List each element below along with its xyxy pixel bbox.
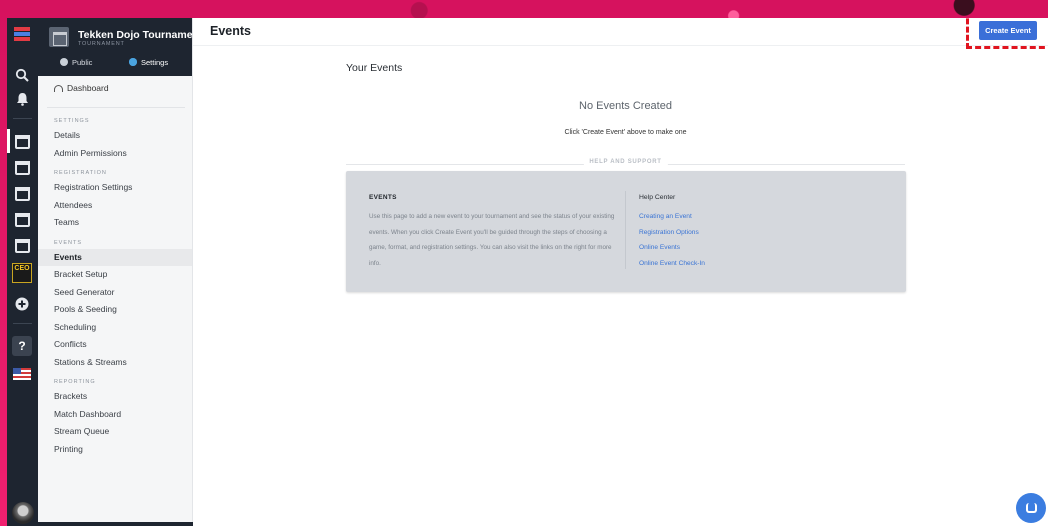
dashboard-label: Dashboard — [67, 83, 109, 93]
nav-item-details[interactable]: Details — [38, 127, 192, 145]
help-icon[interactable]: ? — [12, 336, 32, 356]
nav-item-brackets[interactable]: Brackets — [38, 388, 192, 406]
chat-icon — [1025, 503, 1037, 513]
user-avatar-icon[interactable] — [12, 502, 34, 524]
page-title: Events — [210, 24, 251, 38]
nav-item-attendees[interactable]: Attendees — [38, 197, 192, 215]
gear-icon — [129, 58, 137, 66]
app-window: CEO ? Tekken Dojo Tournament TOURNAMENT … — [7, 18, 1048, 526]
nav-item-pools-seeding[interactable]: Pools & Seeding — [38, 301, 192, 319]
nav-section-heading: REPORTING — [54, 379, 96, 385]
visibility-row: Public Settings — [38, 55, 192, 69]
create-event-button[interactable]: Create Event — [979, 21, 1037, 40]
settings-toggle[interactable]: Settings — [129, 55, 168, 69]
help-body: Use this page to add a new event to your… — [369, 213, 615, 267]
nav-section-heading: EVENTS — [54, 239, 83, 246]
empty-state-hint: Click 'Create Event' above to make one — [564, 129, 687, 136]
nav-item-events[interactable]: Events — [38, 248, 192, 266]
nav-item-admin-permissions[interactable]: Admin Permissions — [38, 145, 192, 163]
nav-item-registration-settings[interactable]: Registration Settings — [38, 179, 192, 197]
nav-item-stations-streams[interactable]: Stations & Streams — [38, 354, 192, 372]
rail-active-indicator — [7, 129, 10, 153]
help-links: Creating an Event Registration Options O… — [639, 209, 705, 271]
calendar-icon[interactable] — [12, 132, 32, 152]
us-flag-icon[interactable] — [12, 364, 32, 384]
globe-icon — [60, 58, 68, 66]
help-column-divider — [625, 191, 626, 269]
rail-divider — [13, 323, 32, 324]
calendar-icon[interactable] — [12, 210, 32, 230]
help-heading: EVENTS — [369, 194, 397, 201]
calendar-icon[interactable] — [12, 184, 32, 204]
help-link-online-events[interactable]: Online Events — [639, 240, 705, 256]
nav-bottom-strip — [38, 522, 193, 526]
ceo-badge-text: CEO — [12, 263, 32, 283]
help-card: EVENTS Use this page to add a new event … — [346, 171, 906, 292]
chat-support-button[interactable] — [1016, 493, 1046, 523]
page-header: Events Create Event — [193, 18, 1048, 49]
dashboard-icon — [54, 84, 63, 92]
rail-divider — [13, 118, 32, 119]
help-divider-label: HELP AND SUPPORT — [583, 159, 668, 165]
add-circle-icon[interactable] — [12, 294, 32, 314]
nav-item-conflicts[interactable]: Conflicts — [38, 336, 192, 354]
public-toggle[interactable]: Public — [60, 55, 92, 69]
icon-rail: CEO ? — [7, 18, 38, 526]
help-link-online-check-in[interactable]: Online Event Check-In — [639, 256, 705, 272]
public-label: Public — [72, 57, 93, 67]
nav-item-dashboard[interactable]: Dashboard — [54, 83, 109, 93]
tournament-name[interactable]: Tekken Dojo Tournament — [78, 29, 202, 41]
nav-item-stream-queue[interactable]: Stream Queue — [38, 423, 192, 441]
nav-section-heading: REGISTRATION — [54, 170, 107, 176]
nav-section-heading: SETTINGS — [54, 118, 90, 124]
help-center-title: Help Center — [639, 194, 676, 201]
help-link-registration-options[interactable]: Registration Options — [639, 225, 705, 241]
nav-sections: SETTINGS Details Admin Permissions REGISTRA… — [38, 114, 192, 462]
tournament-nav: Tekken Dojo Tournament TOURNAMENT Public… — [38, 18, 202, 526]
nav-item-match-dashboard[interactable]: Match Dashboard — [38, 406, 192, 424]
nav-item-seed-generator[interactable]: Seed Generator — [38, 284, 192, 302]
bell-icon[interactable] — [12, 89, 32, 109]
tournament-image-icon — [49, 27, 69, 47]
calendar-icon[interactable] — [12, 158, 32, 178]
settings-label: Settings — [141, 57, 169, 67]
tournament-header: Tekken Dojo Tournament TOURNAMENT Public… — [38, 18, 202, 76]
nav-item-printing[interactable]: Printing — [38, 441, 192, 459]
empty-state-title: No Events Created — [579, 100, 672, 112]
help-divider: HELP AND SUPPORT — [346, 159, 905, 169]
tournament-type-label: TOURNAMENT — [78, 41, 125, 47]
brand-logo-icon[interactable] — [12, 24, 32, 44]
main-content: Events Create Event Your Events No Event… — [193, 18, 1048, 526]
ceo-badge-icon[interactable]: CEO — [12, 263, 32, 283]
nav-item-bracket-setup[interactable]: Bracket Setup — [38, 266, 192, 284]
calendar-icon[interactable] — [12, 236, 32, 256]
your-events-heading: Your Events — [346, 62, 403, 74]
nav-item-teams[interactable]: Teams — [38, 214, 192, 232]
help-link-creating-event[interactable]: Creating an Event — [639, 209, 705, 225]
nav-divider — [47, 107, 185, 108]
search-icon[interactable] — [12, 65, 32, 85]
nav-item-scheduling[interactable]: Scheduling — [38, 319, 192, 337]
